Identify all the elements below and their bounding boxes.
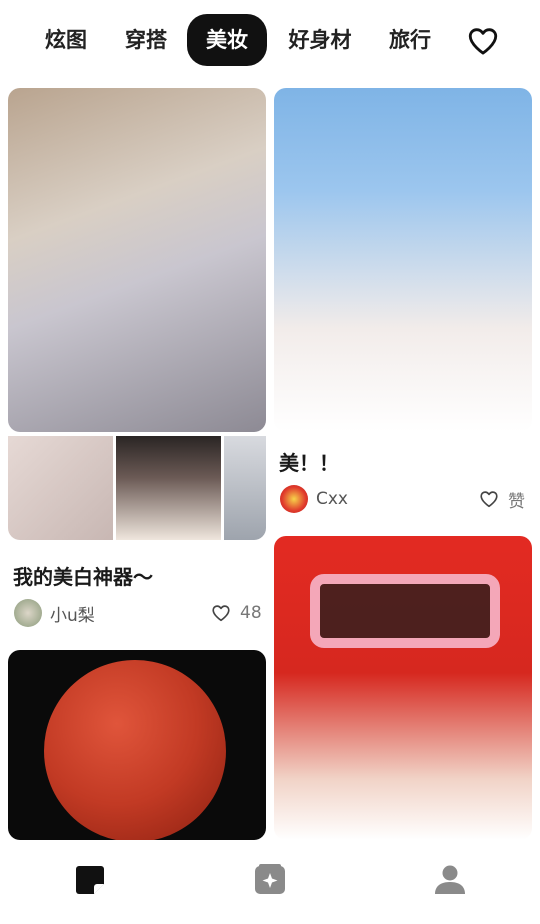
- thumbnail-image[interactable]: [116, 436, 221, 540]
- post-image[interactable]: [274, 88, 532, 432]
- favorites-heart-icon[interactable]: [466, 24, 500, 58]
- nav-home-note-icon[interactable]: [72, 862, 108, 898]
- tab-chuanda[interactable]: 穿搭: [116, 14, 176, 66]
- like-button[interactable]: 赞: [478, 484, 525, 514]
- like-count: 赞: [508, 491, 525, 512]
- avatar[interactable]: [14, 599, 42, 627]
- thumbnail-image[interactable]: [224, 436, 266, 540]
- tab-haoshencai[interactable]: 好身材: [282, 14, 358, 66]
- author-name: 小u梨: [50, 605, 95, 626]
- post-author[interactable]: Cxx: [280, 484, 348, 514]
- post-image[interactable]: [274, 536, 532, 840]
- post-author[interactable]: 小u梨: [14, 598, 95, 628]
- post-image[interactable]: [8, 88, 266, 432]
- thumbnail-image[interactable]: [8, 436, 113, 540]
- post-image[interactable]: [8, 650, 266, 840]
- heart-icon: [480, 491, 498, 508]
- bottom-navigation: [0, 840, 540, 924]
- post-title[interactable]: 美！！: [279, 447, 339, 476]
- tab-meizhuang[interactable]: 美妆: [187, 14, 267, 66]
- like-count: 48: [240, 603, 262, 623]
- tab-xuantu[interactable]: 炫图: [36, 14, 96, 66]
- tab-lvxing[interactable]: 旅行: [382, 14, 438, 66]
- post-thumbnail-strip[interactable]: [8, 436, 266, 540]
- like-button[interactable]: 48: [210, 598, 262, 628]
- avatar[interactable]: [280, 485, 308, 513]
- nav-discover-card-icon[interactable]: [252, 862, 288, 898]
- post-title[interactable]: 我的美白神器～: [13, 561, 153, 590]
- author-name: Cxx: [316, 489, 348, 509]
- heart-icon: [212, 605, 230, 622]
- nav-profile-person-icon[interactable]: [432, 862, 468, 898]
- category-tabs: 炫图 穿搭 美妆 好身材 旅行: [0, 14, 540, 66]
